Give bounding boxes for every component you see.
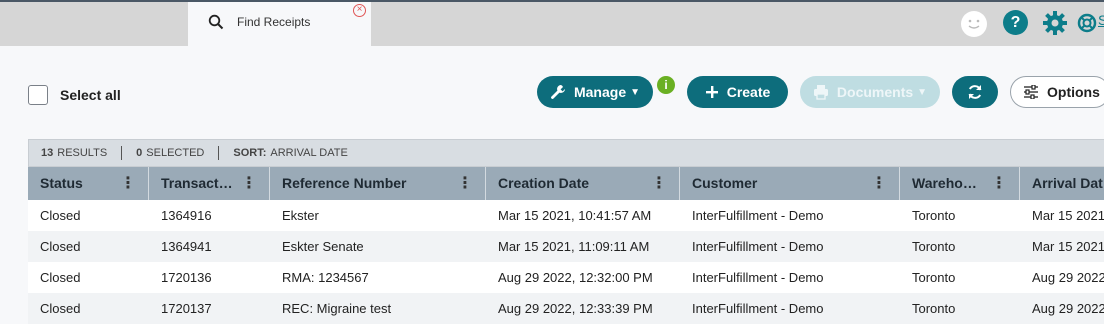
cell-transaction: 1364941 bbox=[161, 239, 212, 254]
select-all-checkbox[interactable] bbox=[28, 85, 48, 105]
cell-arrival-date: Mar 15 2021 bbox=[1032, 208, 1104, 223]
cell-warehouse: Toronto bbox=[912, 239, 956, 254]
table-row[interactable]: Closed 1364941 Eskter Senate Mar 15 2021… bbox=[28, 231, 1104, 262]
cell-arrival-date: Aug 29 2022 bbox=[1032, 270, 1104, 285]
tab-find-receipts[interactable]: Find Receipts × bbox=[188, 2, 371, 46]
table-row[interactable]: Closed 1364916 Ekster Mar 15 2021, 10:41… bbox=[28, 200, 1104, 231]
tab-bar: Find Receipts × ? S bbox=[0, 2, 1104, 46]
results-count: 13 bbox=[41, 147, 54, 159]
cell-reference: Ekster bbox=[282, 208, 319, 223]
cell-creation-date: Aug 29 2022, 12:33:39 PM bbox=[498, 301, 653, 316]
cell-status: Closed bbox=[40, 301, 81, 316]
select-all[interactable]: Select all bbox=[28, 85, 121, 105]
cell-transaction: 1364916 bbox=[161, 208, 212, 223]
cell-arrival-date: Aug 29 2022 bbox=[1032, 301, 1104, 316]
column-menu-icon[interactable]: ⋮ bbox=[991, 167, 1007, 200]
column-header-reference-number[interactable]: Reference Number ⋮ bbox=[270, 167, 486, 200]
cell-transaction: 1720136 bbox=[161, 270, 212, 285]
cell-creation-date: Aug 29 2022, 12:32:00 PM bbox=[498, 270, 653, 285]
plus-icon bbox=[705, 86, 718, 98]
selected-count: 0 bbox=[136, 147, 143, 159]
column-header-arrival-date[interactable]: Arrival Dat bbox=[1020, 167, 1104, 200]
lifebuoy-icon[interactable] bbox=[1077, 13, 1097, 33]
options-button[interactable]: Options bbox=[1010, 76, 1104, 108]
column-label: Creation Date bbox=[498, 175, 590, 191]
column-label: Status bbox=[40, 175, 83, 191]
cell-status: Closed bbox=[40, 239, 81, 254]
options-label: Options bbox=[1047, 84, 1100, 100]
gear-icon[interactable] bbox=[1042, 10, 1068, 36]
cell-customer: InterFulfillment - Demo bbox=[692, 239, 824, 254]
refresh-icon bbox=[968, 85, 982, 99]
cell-customer: InterFulfillment - Demo bbox=[692, 208, 824, 223]
cell-customer: InterFulfillment - Demo bbox=[692, 301, 824, 316]
column-menu-icon[interactable]: ⋮ bbox=[120, 167, 136, 200]
cell-transaction: 1720137 bbox=[161, 301, 212, 316]
manage-label: Manage bbox=[573, 84, 627, 100]
table-row[interactable]: Closed 1720136 RMA: 1234567 Aug 29 2022,… bbox=[28, 262, 1104, 293]
column-label: Customer bbox=[692, 175, 758, 191]
sort-label: SORT: bbox=[233, 147, 267, 159]
help-icon[interactable]: ? bbox=[1003, 10, 1028, 35]
column-header-warehouse[interactable]: Wareho… ⋮ bbox=[900, 167, 1020, 200]
cell-reference: REC: Migraine test bbox=[282, 301, 392, 316]
printer-icon bbox=[813, 85, 828, 100]
column-label: Wareho… bbox=[912, 175, 977, 191]
table-row[interactable]: Closed 1720137 REC: Migraine test Aug 29… bbox=[28, 293, 1104, 324]
cell-status: Closed bbox=[40, 270, 81, 285]
documents-label: Documents bbox=[836, 84, 914, 100]
manage-button[interactable]: Manage ▼ bbox=[537, 76, 653, 108]
cell-reference: Eskter Senate bbox=[282, 239, 364, 254]
cell-warehouse: Toronto bbox=[912, 208, 956, 223]
results-label: RESULTS bbox=[57, 147, 108, 159]
wrench-icon bbox=[551, 85, 565, 99]
cell-status: Closed bbox=[40, 208, 81, 223]
column-header-transaction[interactable]: Transact… ⋮ bbox=[149, 167, 270, 200]
refresh-button[interactable] bbox=[952, 76, 998, 108]
sort-value: ARRIVAL DATE bbox=[270, 147, 348, 159]
cell-warehouse: Toronto bbox=[912, 301, 956, 316]
sliders-icon bbox=[1024, 85, 1038, 99]
chevron-down-icon: ▼ bbox=[917, 86, 928, 98]
support-link[interactable]: S bbox=[1098, 12, 1104, 28]
column-label: Arrival Dat bbox=[1032, 175, 1103, 191]
column-menu-icon[interactable]: ⋮ bbox=[241, 167, 257, 200]
column-menu-icon[interactable]: ⋮ bbox=[651, 167, 667, 200]
tab-close-icon[interactable]: × bbox=[353, 4, 366, 17]
column-label: Transact… bbox=[161, 175, 233, 191]
create-button[interactable]: Create bbox=[687, 76, 788, 108]
cell-creation-date: Mar 15 2021, 11:09:11 AM bbox=[498, 239, 650, 254]
column-header-customer[interactable]: Customer ⋮ bbox=[680, 167, 900, 200]
cell-creation-date: Mar 15 2021, 10:41:57 AM bbox=[498, 208, 652, 223]
column-menu-icon[interactable]: ⋮ bbox=[871, 167, 887, 200]
tab-label: Find Receipts bbox=[237, 15, 311, 29]
cell-warehouse: Toronto bbox=[912, 270, 956, 285]
selected-label: SELECTED bbox=[146, 147, 205, 159]
cell-reference: RMA: 1234567 bbox=[282, 270, 369, 285]
divider bbox=[218, 146, 220, 160]
cell-arrival-date: Mar 15 2021 bbox=[1032, 239, 1104, 254]
create-label: Create bbox=[726, 84, 771, 100]
info-icon[interactable]: i bbox=[657, 76, 675, 94]
divider bbox=[121, 146, 123, 160]
column-header-status[interactable]: Status ⋮ bbox=[28, 167, 149, 200]
column-label: Reference Number bbox=[282, 175, 407, 191]
search-icon bbox=[208, 14, 224, 30]
select-all-label: Select all bbox=[60, 87, 121, 103]
table-header: Status ⋮ Transact… ⋮ Reference Number ⋮ Cre… bbox=[28, 167, 1104, 200]
results-summary: 13 RESULTS 0 SELECTED SORT: ARRIVAL DATE bbox=[28, 139, 1104, 167]
column-menu-icon[interactable]: ⋮ bbox=[457, 167, 473, 200]
column-header-creation-date[interactable]: Creation Date ⋮ bbox=[486, 167, 680, 200]
chevron-down-icon: ▼ bbox=[630, 86, 641, 98]
documents-button[interactable]: Documents ▼ bbox=[800, 76, 940, 108]
table-body: Closed 1364916 Ekster Mar 15 2021, 10:41… bbox=[28, 200, 1104, 324]
smiley-icon[interactable] bbox=[961, 11, 987, 37]
cell-customer: InterFulfillment - Demo bbox=[692, 270, 824, 285]
